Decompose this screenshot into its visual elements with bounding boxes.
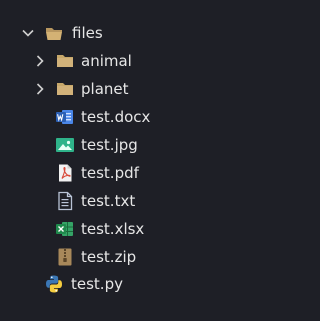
tree-item-test-zip[interactable]: test.zip — [0, 243, 313, 271]
tree-item-label: test.xlsx — [81, 220, 145, 238]
tree-item-animal[interactable]: animal — [0, 47, 313, 75]
tree-item-label: test.docx — [81, 108, 151, 126]
chevron-down-icon[interactable] — [20, 25, 36, 41]
tree-item-test-py[interactable]: test.py — [0, 270, 313, 298]
tree-item-test-txt[interactable]: test.txt — [0, 187, 313, 215]
zip-icon — [55, 247, 75, 267]
text-file-icon — [55, 191, 75, 211]
tree-item-label: test.pdf — [81, 164, 139, 182]
folder-icon — [55, 51, 75, 71]
tree-item-label: animal — [81, 52, 132, 70]
tree-item-label: test.py — [71, 275, 123, 293]
python-icon — [44, 274, 64, 294]
excel-icon — [55, 219, 75, 239]
tree-item-label: test.txt — [81, 192, 136, 210]
folder-open-icon — [44, 23, 64, 43]
file-explorer-tree: files animal planet test.docx test.jpg t… — [0, 0, 313, 321]
image-icon — [55, 135, 75, 155]
tree-item-test-pdf[interactable]: test.pdf — [0, 159, 313, 187]
tree-item-test-jpg[interactable]: test.jpg — [0, 131, 313, 159]
word-icon — [55, 107, 75, 127]
tree-item-label: test.jpg — [81, 136, 138, 154]
tree-item-label: planet — [81, 80, 129, 98]
tree-item-label: files — [72, 24, 103, 42]
pdf-icon — [55, 163, 75, 183]
folder-icon — [55, 79, 75, 99]
tree-item-test-xlsx[interactable]: test.xlsx — [0, 215, 313, 243]
tree-item-test-docx[interactable]: test.docx — [0, 103, 313, 131]
tree-item-label: test.zip — [81, 248, 137, 266]
tree-item-planet[interactable]: planet — [0, 75, 313, 103]
tree-item-files[interactable]: files — [0, 19, 313, 47]
chevron-right-icon[interactable] — [32, 81, 48, 97]
chevron-right-icon[interactable] — [32, 53, 48, 69]
